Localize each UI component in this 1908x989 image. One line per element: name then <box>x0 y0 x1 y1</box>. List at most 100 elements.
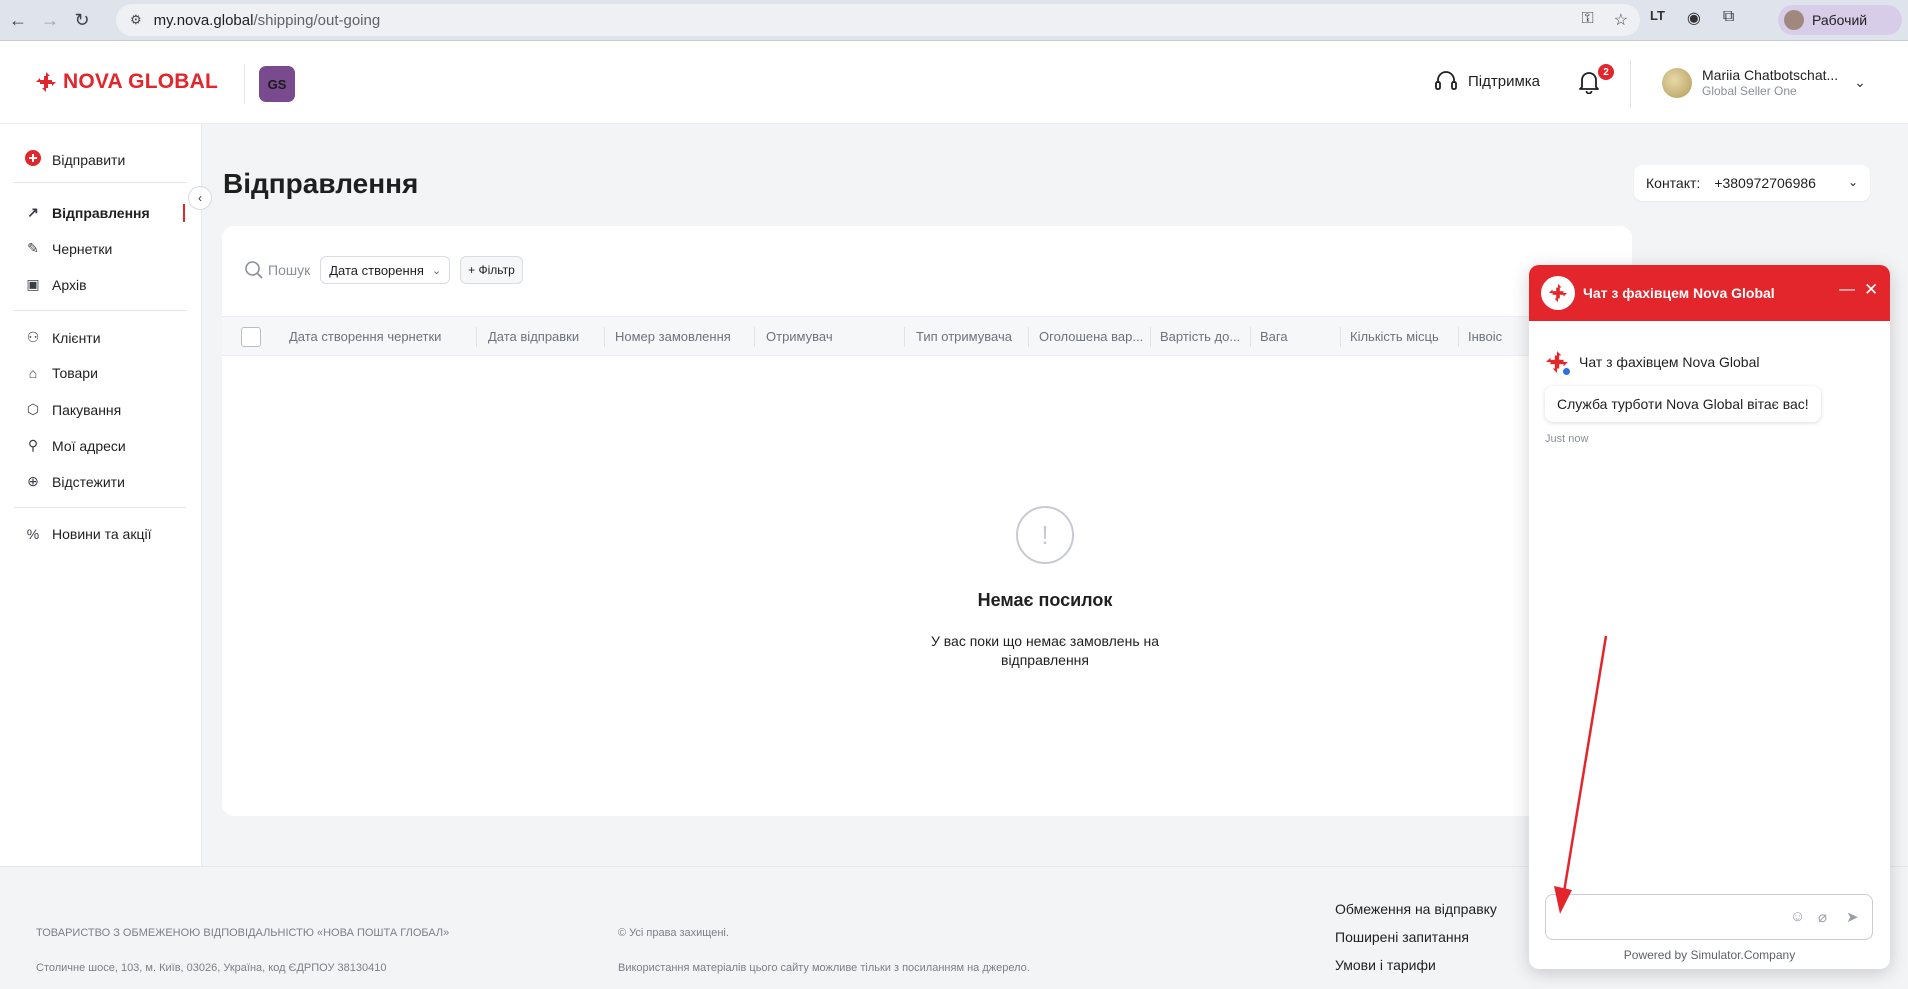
sidebar-divider <box>14 182 186 183</box>
arrow-up-right-icon: ↗ <box>27 204 39 220</box>
store-badge[interactable]: GS <box>259 66 295 102</box>
column-header[interactable]: Тип отримувача <box>916 329 1012 344</box>
column-header[interactable]: Вартість до... <box>1160 329 1240 344</box>
agent-avatar <box>1545 350 1571 376</box>
bell-icon[interactable] <box>1578 70 1600 94</box>
app-header: NOVA GLOBAL GS Підтримка 2 Mariia Chatbo… <box>0 42 1908 124</box>
password-key-icon[interactable]: ⚿ <box>1581 10 1593 30</box>
address-bar[interactable]: ⚙ my.nova.global/shipping/out-going ⚿ ☆ <box>116 4 1640 36</box>
crosshair-icon: ⊕ <box>27 473 39 489</box>
url-path: /shipping/out-going <box>253 11 381 29</box>
sidebar-item-label: Архів <box>52 276 87 293</box>
date-filter-label: Дата створення <box>329 262 424 278</box>
camera-extension-icon[interactable]: ◉ <box>1687 8 1701 28</box>
chat-message: Служба турботи Nova Global вітає вас! <box>1545 386 1821 422</box>
notification-badge: 2 <box>1598 64 1614 80</box>
sidebar-item-label: Відправлення <box>52 204 150 221</box>
footer-link-restrictions[interactable]: Обмеження на відправку <box>1335 901 1497 917</box>
sidebar-item-clients[interactable]: ⚇ Клієнти <box>24 329 101 346</box>
user-name: Mariia Chatbotschat... <box>1702 67 1839 83</box>
browser-profile-chip[interactable]: Рабочий <box>1778 5 1902 35</box>
date-created-filter[interactable]: Дата створення ⌄ <box>320 256 451 284</box>
column-header[interactable]: Номер замовлення <box>615 329 731 344</box>
profile-label: Рабочий <box>1812 12 1868 28</box>
nova-global-logo[interactable]: NOVA GLOBAL <box>35 70 218 94</box>
reload-icon[interactable]: ↻ <box>68 6 96 34</box>
map-pin-icon: ⚲ <box>27 437 39 453</box>
column-header[interactable]: Дата створення чернетки <box>289 329 441 344</box>
sidebar-item-label: Чернетки <box>52 240 113 257</box>
sidebar-item-archive[interactable]: ▣ Архів <box>24 276 87 293</box>
chevron-down-icon: ⌄ <box>1854 74 1866 90</box>
forward-icon[interactable]: → <box>36 6 64 34</box>
active-indicator <box>183 204 185 222</box>
search-input[interactable]: Пошук <box>268 262 310 278</box>
support-link[interactable]: Підтримка <box>1434 70 1540 92</box>
close-icon[interactable]: ✕ <box>1864 280 1878 300</box>
column-divider <box>754 327 755 347</box>
user-menu[interactable]: Mariia Chatbotschat... Global Seller One… <box>1662 67 1866 98</box>
column-divider <box>1340 327 1341 347</box>
annotation-arrow-icon <box>1554 635 1608 914</box>
powered-by: Powered by Simulator.Company <box>1623 948 1796 962</box>
column-header[interactable]: Дата відправки <box>488 329 579 344</box>
sidebar-collapse-button[interactable]: ‹ <box>188 186 212 210</box>
brand-name: NOVA GLOBAL <box>63 70 219 93</box>
contact-label: Контакт: <box>1646 175 1701 191</box>
column-divider <box>604 327 605 347</box>
profile-avatar <box>1784 10 1804 30</box>
translate-extension-icon[interactable]: LT <box>1650 8 1665 28</box>
column-header[interactable]: Оголошена вар... <box>1039 329 1143 344</box>
sidebar-item-label: Мої адреси <box>52 437 126 454</box>
column-header[interactable]: Отримувач <box>766 329 833 344</box>
footer-link-terms[interactable]: Умови і тарифи <box>1335 957 1436 973</box>
chat-agent: Чат з фахівцем Nova Global <box>1545 350 1759 376</box>
minimize-icon[interactable]: — <box>1839 281 1855 299</box>
user-role: Global Seller One <box>1702 84 1797 98</box>
plus-circle-icon <box>24 150 42 169</box>
sidebar-item-tracking[interactable]: ⊕ Відстежити <box>24 473 125 490</box>
browser-toolbar: ← → ↻ ⚙ my.nova.global/shipping/out-goin… <box>0 0 1908 41</box>
sidebar-item-label: Новини та акції <box>52 526 152 542</box>
site-settings-icon[interactable]: ⚙ <box>130 12 142 28</box>
send-icon[interactable]: ➤ <box>1846 908 1859 926</box>
percent-icon: % <box>26 526 40 542</box>
footer-link-faq[interactable]: Поширені запитання <box>1335 929 1469 945</box>
chevron-down-icon: ⌄ <box>1847 175 1858 189</box>
headset-icon <box>1435 71 1457 90</box>
sidebar-item-packaging[interactable]: ⬡ Пакування <box>24 401 121 418</box>
chat-title: Чат з фахівцем Nova Global <box>1583 285 1775 301</box>
search-icon <box>245 261 263 279</box>
sidebar-item-shipments[interactable]: ↗ Відправлення <box>24 204 150 221</box>
archive-box-icon: ▣ <box>26 276 40 292</box>
page-title: Відправлення <box>223 168 419 199</box>
bookmark-star-icon[interactable]: ☆ <box>1614 10 1628 30</box>
sidebar: Відправити ↗ Відправлення ✎ Чернетки ▣ А… <box>0 124 202 866</box>
column-divider <box>1150 327 1151 347</box>
sidebar-item-products[interactable]: ⌂ Товари <box>24 365 98 381</box>
select-all-checkbox[interactable] <box>241 327 261 347</box>
sidebar-item-news[interactable]: % Новини та акції <box>24 526 152 542</box>
column-divider <box>1458 327 1459 347</box>
footer-rights: © Усі права захищені. <box>618 927 729 939</box>
column-header[interactable]: Інвоіс <box>1468 329 1502 344</box>
add-filter-button[interactable]: + Фільтр <box>460 256 523 284</box>
attachment-icon[interactable]: ⌀ <box>1818 908 1827 926</box>
extensions-puzzle-icon[interactable]: ⧉ <box>1723 8 1734 28</box>
column-header[interactable]: Вага <box>1260 329 1288 344</box>
emoji-icon[interactable]: ☺ <box>1790 908 1805 925</box>
column-divider <box>476 327 477 347</box>
column-divider <box>1028 327 1029 347</box>
column-divider <box>1250 327 1251 347</box>
sidebar-item-addresses[interactable]: ⚲ Мої адреси <box>24 437 126 454</box>
sidebar-item-drafts[interactable]: ✎ Чернетки <box>24 240 112 257</box>
table-toolbar: Пошук Дата створення ⌄ + Фільтр <box>244 256 523 284</box>
back-icon[interactable]: ← <box>4 6 32 34</box>
column-header[interactable]: Кількість місць <box>1350 329 1439 344</box>
url-host: my.nova.global <box>153 11 254 29</box>
sidebar-item-send[interactable]: Відправити <box>24 150 125 169</box>
footer-address: Столичне шосе, 103, м. Київ, 03026, Укра… <box>36 962 387 974</box>
edit-icon: ✎ <box>27 240 39 256</box>
contact-select[interactable]: Контакт: +380972706986 ⌄ <box>1634 165 1870 201</box>
tag-icon: ⌂ <box>28 365 38 381</box>
